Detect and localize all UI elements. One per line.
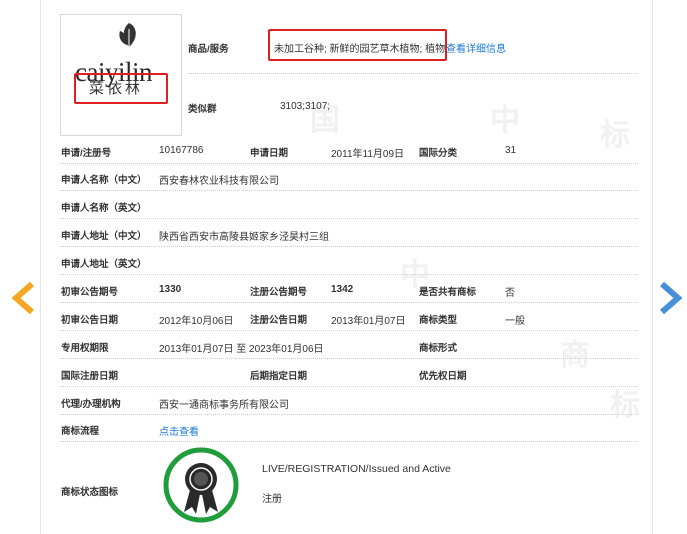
intl-reg-date-label: 国际注册日期 <box>61 371 119 382</box>
prelim-date-value: 2012年10月06日 <box>159 316 234 327</box>
watermark: 中 <box>490 104 520 137</box>
tm-type-value: 一般 <box>505 316 525 327</box>
agent-label: 代理/办理机构 <box>61 399 121 410</box>
logo-highlight <box>74 73 168 104</box>
agent-value: 西安一通商标事务所有限公司 <box>159 400 289 411</box>
divider <box>60 190 638 191</box>
divider <box>60 414 638 415</box>
status-icon-label: 商标状态图标 <box>61 487 119 498</box>
divider <box>60 330 638 331</box>
status-en: LIVE/REGISTRATION/Issued and Active <box>262 463 451 475</box>
goods-detail-link[interactable]: 查看详细信息 <box>446 40 506 55</box>
status-cn: 注册 <box>262 494 282 505</box>
process-link[interactable]: 点击查看 <box>159 423 199 438</box>
intl-class-label: 国际分类 <box>419 148 458 159</box>
watermark: 商 <box>560 339 590 372</box>
exclusive-period-value: 2013年01月07日 至 2023年01月06日 <box>159 344 324 355</box>
applicant-cn-value: 西安春林农业科技有限公司 <box>159 176 279 187</box>
divider <box>60 358 638 359</box>
app-date-label: 申请日期 <box>250 148 289 159</box>
applicant-en-label: 申请人名称（英文） <box>61 203 147 214</box>
similar-group-value: 3103;3107; <box>280 101 331 112</box>
prelim-date-label: 初审公告日期 <box>61 315 119 326</box>
reg-pub-date-value: 2013年01月07日 <box>331 316 406 327</box>
chevron-left-icon[interactable] <box>10 282 38 314</box>
prelim-no-value: 1330 <box>159 284 182 295</box>
tm-form-label: 商标形式 <box>419 343 458 354</box>
divider <box>60 163 638 164</box>
goods-value: 未加工谷种; 新鲜的园艺草木植物; 植物; <box>274 44 448 55</box>
prelim-no-label: 初审公告期号 <box>61 287 119 298</box>
divider <box>60 302 638 303</box>
award-badge-icon <box>163 447 239 523</box>
later-date-label: 后期指定日期 <box>250 371 308 382</box>
watermark: 标 <box>600 119 630 152</box>
similar-group-label: 类似群 <box>188 104 217 115</box>
divider <box>60 246 638 247</box>
reg-no-label: 申请/注册号 <box>61 148 112 159</box>
reg-pub-date-label: 注册公告日期 <box>250 315 308 326</box>
divider <box>60 441 638 442</box>
divider <box>188 73 638 74</box>
reg-pub-no-value: 1342 <box>331 284 354 295</box>
process-label: 商标流程 <box>61 426 100 437</box>
address-cn-label: 申请人地址（中文） <box>61 231 147 242</box>
leaf-icon <box>119 23 136 47</box>
address-cn-value: 陕西省西安市高陵县姬家乡泾昊村三组 <box>159 232 329 243</box>
address-en-label: 申请人地址（英文） <box>61 259 147 270</box>
applicant-cn-label: 申请人名称（中文） <box>61 175 147 186</box>
reg-pub-no-label: 注册公告期号 <box>250 287 308 298</box>
divider <box>60 218 638 219</box>
shared-label: 是否共有商标 <box>419 287 477 298</box>
divider <box>60 386 638 387</box>
exclusive-period-label: 专用权期限 <box>61 343 109 354</box>
chevron-right-icon[interactable] <box>656 282 684 314</box>
tm-type-label: 商标类型 <box>419 315 458 326</box>
app-date-value: 2011年11月09日 <box>331 149 405 160</box>
goods-label: 商品/服务 <box>188 44 229 55</box>
intl-class-value: 31 <box>505 145 517 156</box>
shared-value: 否 <box>505 288 515 299</box>
reg-no-value: 10167786 <box>159 145 204 156</box>
priority-date-label: 优先权日期 <box>419 371 467 382</box>
divider <box>60 274 638 275</box>
